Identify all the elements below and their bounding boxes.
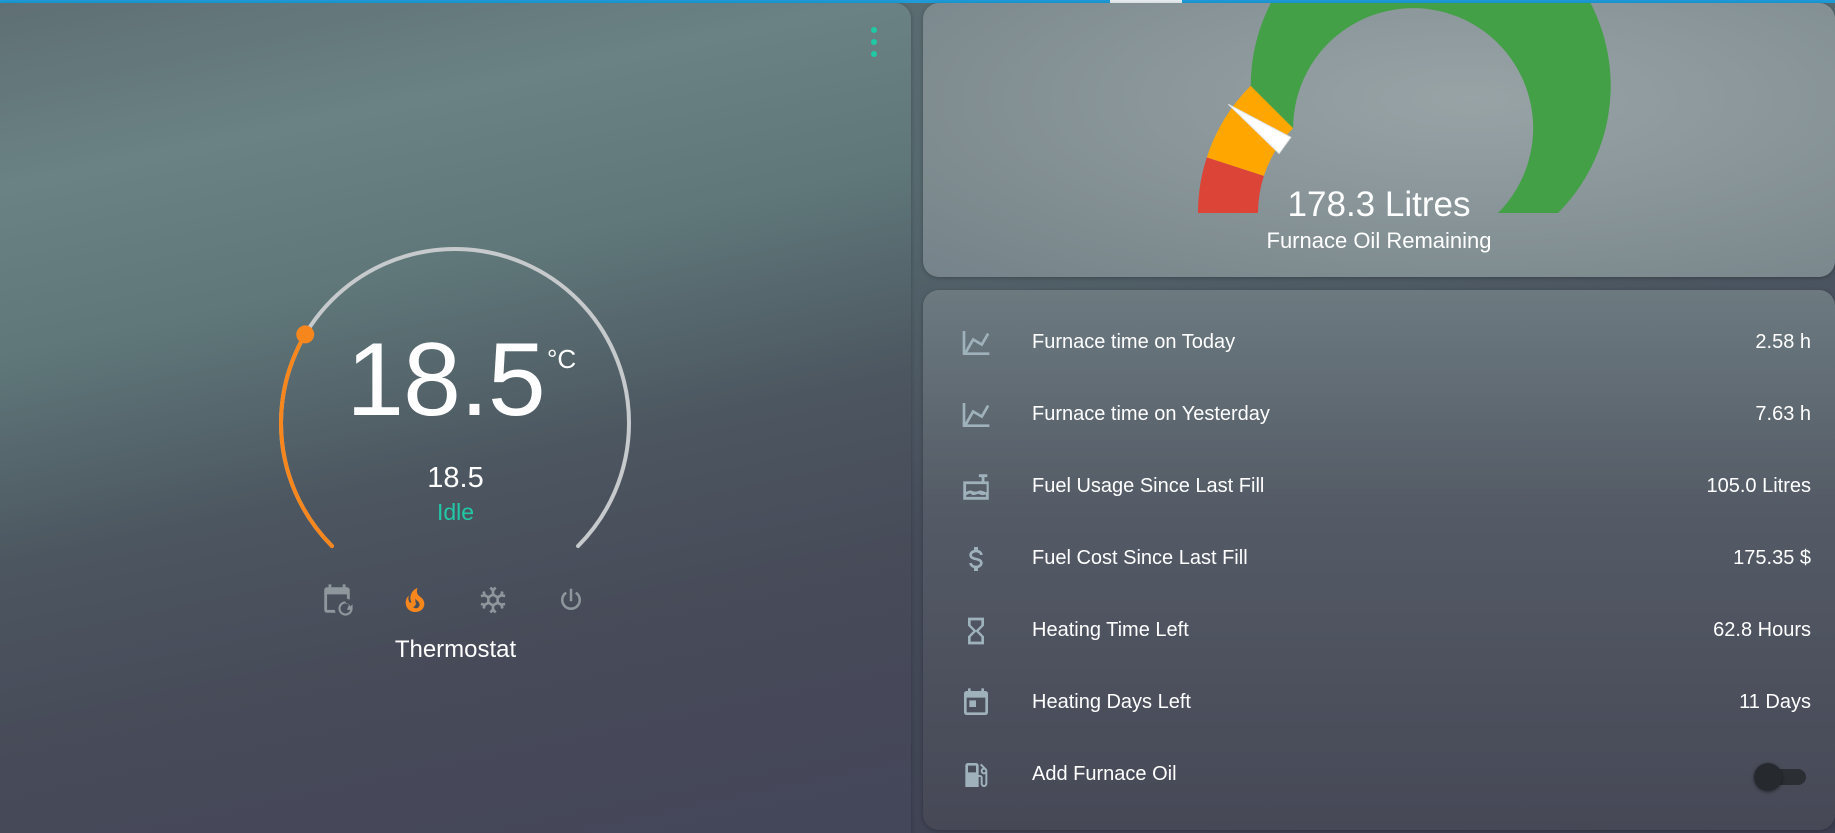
currency-usd-icon: [958, 541, 994, 577]
entity-value: 62.8 Hours: [1713, 619, 1811, 641]
current-temperature: 18.5: [346, 322, 545, 438]
entity-value: 2.58 h: [1755, 331, 1811, 353]
thermostat-card: 18.5 °C 18.5 Idle Thermostat: [0, 3, 911, 833]
calendar-sync-icon: [324, 584, 353, 616]
mode-auto-button[interactable]: [314, 578, 360, 622]
gauge-label: Furnace Oil Remaining: [1266, 228, 1492, 253]
calendar-icon: [958, 685, 994, 721]
menu-dot: [871, 39, 877, 45]
entity-name: Heating Days Left: [1032, 691, 1191, 713]
entity-row-fuel-usage[interactable]: Fuel Usage Since Last Fill 105.0 Litres: [923, 457, 1835, 517]
gas-station-icon: [958, 757, 994, 793]
mode-heat-button[interactable]: [392, 578, 438, 622]
snowflake-icon: [480, 586, 506, 614]
entity-value: 105.0 Litres: [1706, 475, 1811, 497]
oil-gauge-card[interactable]: 178.3 Litres Furnace Oil Remaining: [923, 3, 1835, 277]
entity-value: 7.63 h: [1755, 403, 1811, 425]
mode-off-button[interactable]: [548, 578, 594, 622]
entity-name: Add Furnace Oil: [1032, 763, 1177, 785]
hourglass-icon: [958, 613, 994, 649]
menu-dot: [871, 51, 877, 57]
entities-card: Furnace time on Today 2.58 h Furnace tim…: [923, 290, 1835, 830]
more-options-button[interactable]: [862, 27, 886, 57]
entity-value: 175.35 $: [1733, 547, 1811, 569]
power-icon: [561, 588, 581, 610]
target-temperature: 18.5: [427, 462, 484, 494]
hvac-action-status: Idle: [436, 499, 475, 525]
oil-tank-icon: [958, 469, 994, 505]
gauge-segment-2: [1250, 3, 1611, 213]
hvac-mode-bar: [314, 578, 594, 622]
entity-value: 11 Days: [1739, 691, 1811, 713]
toggle-knob: [1754, 763, 1782, 791]
chart-line-icon: [958, 325, 994, 361]
entity-name: Heating Time Left: [1032, 619, 1189, 641]
entity-row-furnace-yesterday[interactable]: Furnace time on Yesterday 7.63 h: [923, 385, 1835, 445]
entity-row-heating-time-left[interactable]: Heating Time Left 62.8 Hours: [923, 601, 1835, 661]
thermostat-name: Thermostat: [394, 636, 517, 663]
entity-name: Fuel Cost Since Last Fill: [1032, 547, 1248, 569]
gauge-value: 178.3 Litres: [1287, 185, 1471, 224]
add-furnace-oil-toggle[interactable]: [1754, 763, 1806, 791]
gauge-segments: [1198, 3, 1611, 213]
menu-dot: [871, 27, 877, 33]
entity-row-furnace-today[interactable]: Furnace time on Today 2.58 h: [923, 313, 1835, 373]
fire-icon: [405, 588, 425, 612]
entity-name: Furnace time on Yesterday: [1032, 403, 1270, 425]
temperature-unit: °C: [547, 344, 577, 374]
entity-row-add-furnace-oil: Add Furnace Oil: [923, 745, 1835, 805]
entity-row-fuel-cost[interactable]: Fuel Cost Since Last Fill 175.35 $: [923, 529, 1835, 589]
chart-line-icon: [958, 397, 994, 433]
entity-name: Furnace time on Today: [1032, 331, 1236, 353]
entity-row-heating-days-left[interactable]: Heating Days Left 11 Days: [923, 673, 1835, 733]
entity-name: Fuel Usage Since Last Fill: [1032, 475, 1265, 497]
mode-cool-button[interactable]: [470, 578, 516, 622]
